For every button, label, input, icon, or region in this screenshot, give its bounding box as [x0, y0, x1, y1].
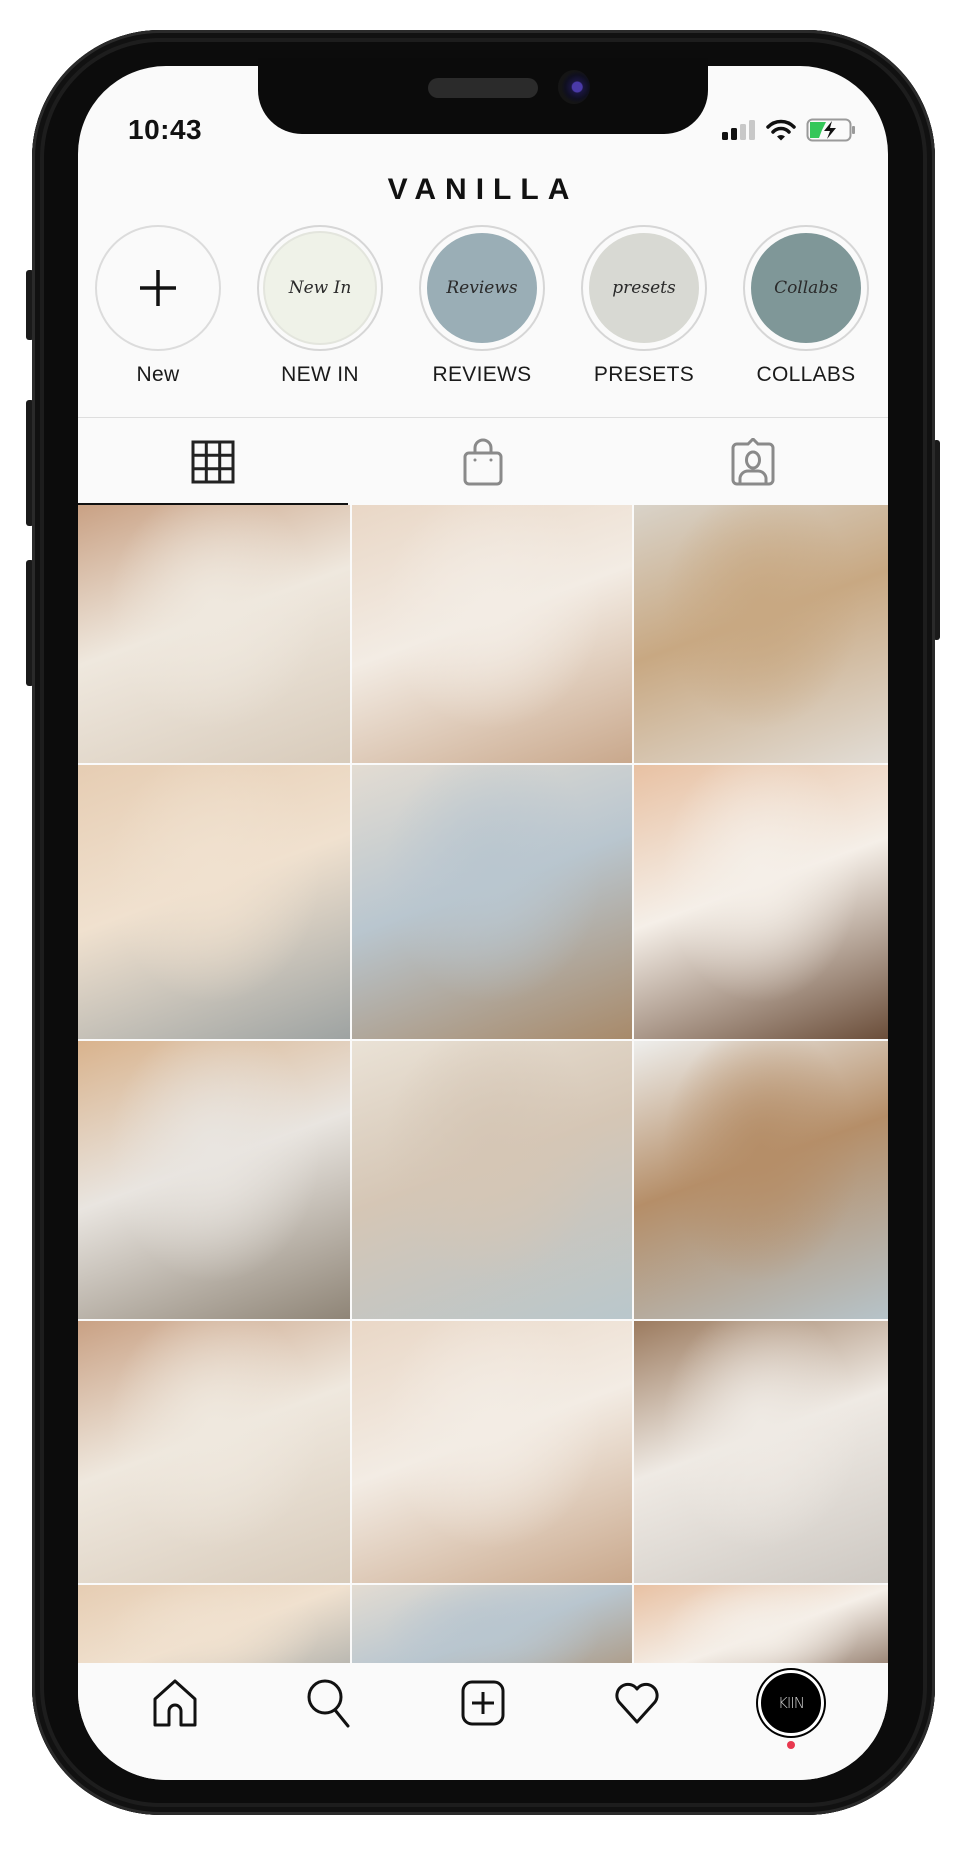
- story-label: COLLABS: [756, 363, 856, 386]
- story-art: Collabs: [751, 233, 861, 343]
- story-label: PRESETS: [593, 363, 695, 386]
- story-circle: New In: [257, 225, 383, 351]
- wifi-icon: [766, 119, 796, 141]
- tagged-icon: [731, 437, 775, 485]
- phone-screen: 10:43 VANILLA New New In NEW IN Reviews …: [78, 66, 888, 1780]
- bottom-nav: KIIN: [78, 1663, 888, 1780]
- post-thumbnail[interactable]: [634, 1321, 888, 1583]
- post-thumbnail[interactable]: [78, 1321, 350, 1583]
- grid-icon: [191, 440, 235, 483]
- notification-dot: [787, 1741, 795, 1749]
- post-thumbnail[interactable]: [78, 1041, 350, 1319]
- post-thumbnail[interactable]: [634, 765, 888, 1039]
- story-circle: [95, 225, 221, 351]
- story-presets[interactable]: presets PRESETS: [569, 222, 719, 387]
- story-new[interactable]: New: [83, 222, 233, 387]
- story-circle: presets: [581, 225, 707, 351]
- post-thumbnail[interactable]: [78, 765, 350, 1039]
- front-camera: [558, 70, 590, 104]
- search-icon: [307, 1679, 350, 1728]
- nav-activity[interactable]: [592, 1663, 682, 1743]
- battery-charging-icon: [806, 118, 855, 142]
- tab-tagged[interactable]: [618, 418, 888, 505]
- post-thumbnail[interactable]: [352, 765, 632, 1039]
- story-label: New: [136, 363, 180, 386]
- nav-profile[interactable]: KIIN: [746, 1663, 836, 1749]
- post-thumbnail[interactable]: [634, 505, 888, 763]
- status-time: 10:43: [128, 114, 203, 145]
- nav-new-post[interactable]: [438, 1663, 528, 1743]
- story-new-in[interactable]: New In NEW IN: [245, 222, 395, 387]
- plus-icon: [140, 270, 176, 306]
- activity-heart-icon: [615, 1682, 659, 1724]
- story-label: NEW IN: [281, 363, 359, 386]
- new-post-icon: [461, 1680, 505, 1726]
- story-art: presets: [589, 233, 699, 343]
- nav-home[interactable]: [130, 1663, 220, 1743]
- story-label: REVIEWS: [432, 363, 532, 386]
- story-collabs[interactable]: Collabs COLLABS: [731, 222, 881, 387]
- tab-grid[interactable]: [78, 418, 348, 505]
- shopping-bag-icon: [463, 438, 503, 485]
- profile-tabs: [78, 418, 888, 505]
- story-art: New In: [263, 231, 377, 345]
- home-icon: [153, 1679, 197, 1727]
- status-icons: [722, 118, 856, 142]
- profile-title: VANILLA: [387, 173, 579, 206]
- story-circle: Reviews: [419, 225, 545, 351]
- earpiece-speaker: [428, 78, 538, 98]
- post-thumbnail[interactable]: [352, 505, 632, 763]
- post-thumbnail[interactable]: [634, 1041, 888, 1319]
- profile-avatar: KIIN: [761, 1673, 821, 1733]
- tab-shop[interactable]: [348, 418, 618, 505]
- story-reviews[interactable]: Reviews REVIEWS: [407, 222, 557, 387]
- nav-search[interactable]: [284, 1663, 374, 1743]
- story-circle: Collabs: [743, 225, 869, 351]
- signal-icon: [722, 120, 755, 140]
- story-art: Reviews: [427, 233, 537, 343]
- post-thumbnail[interactable]: [78, 505, 350, 763]
- notch: [258, 58, 708, 134]
- post-thumbnail[interactable]: [352, 1041, 632, 1319]
- post-thumbnail[interactable]: [352, 1321, 632, 1583]
